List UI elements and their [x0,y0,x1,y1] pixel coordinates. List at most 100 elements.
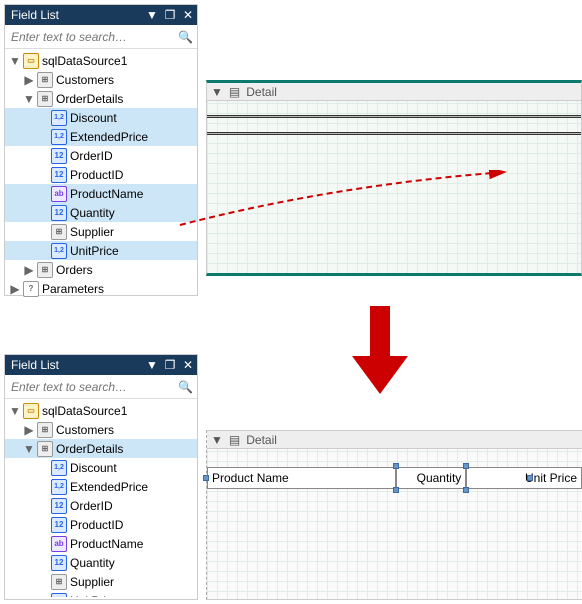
integer-icon: 12 [51,555,67,571]
window-icon: ❐ [165,358,176,372]
field-tree: ▼ ▭ sqlDataSource1 ▶ ⊞ Customers ▼ ⊞ Ord… [5,399,197,597]
window-icon: ❐ [165,8,176,22]
cell-label: Quantity [417,471,462,485]
tree-field-discount[interactable]: 1,2 Discount [5,108,197,127]
tree-field-productid[interactable]: 12 ProductID [5,515,197,534]
node-label: Customers [56,73,114,87]
tree-table-customers[interactable]: ▶ ⊞ Customers [5,420,197,439]
search-input[interactable] [5,375,174,398]
tree-field-quantity[interactable]: 12 Quantity [5,553,197,572]
panel-close-button[interactable]: ✕ [179,5,197,25]
close-icon: ✕ [183,358,193,372]
section-label: Detail [246,433,277,447]
string-icon: ab [51,536,67,552]
panel-header: Field List ▼ ❐ ✕ [5,5,197,25]
table-icon: ⊞ [37,262,53,278]
node-label: Discount [70,461,117,475]
design-surface-top[interactable]: ▼ ▤ Detail [206,80,582,276]
node-label: UnitPrice [70,594,119,598]
selection-handle[interactable] [463,487,469,493]
cell-label: Product Name [212,471,289,485]
node-label: ProductID [70,518,123,532]
node-label: OrderDetails [56,442,123,456]
node-label: Quantity [70,206,115,220]
tree-parameters[interactable]: ▶ ? Parameters [5,279,197,298]
report-table[interactable]: Product Name Quantity Unit Price [207,467,582,489]
tree-field-productname[interactable]: ab ProductName [5,534,197,553]
tree-field-supplier[interactable]: ⊞ Supplier [5,222,197,241]
chevron-down-icon[interactable]: ▼ [23,443,35,455]
node-label: ProductName [70,187,143,201]
selection-handle[interactable] [527,475,533,481]
panel-header: Field List ▼ ❐ ✕ [5,355,197,375]
string-icon: ab [51,186,67,202]
field-list-panel-top: Field List ▼ ❐ ✕ 🔍 ▼ ▭ sqlDataSource1 ▶ … [4,4,198,296]
chevron-down-icon[interactable]: ▼ [9,55,21,67]
tree-field-orderid[interactable]: 12 OrderID [5,496,197,515]
parameter-icon: ? [23,281,39,297]
tree-field-productname[interactable]: ab ProductName [5,184,197,203]
section-expand-icon[interactable]: ▼ [211,433,223,447]
chevron-right-icon[interactable]: ▶ [23,264,35,276]
panel-menu-button[interactable]: ▼ [143,5,161,25]
node-label: ProductID [70,168,123,182]
table-icon: ⊞ [37,72,53,88]
tree-datasource[interactable]: ▼ ▭ sqlDataSource1 [5,51,197,70]
section-expand-icon[interactable]: ▼ [211,85,223,99]
tree-table-orders[interactable]: ▶ ⊞ Orders [5,260,197,279]
section-label: Detail [246,85,277,99]
tree-field-unitprice[interactable]: 1,2 UnitPrice [5,241,197,260]
table-icon: ⊞ [51,224,67,240]
chevron-down-icon[interactable]: ▼ [23,93,35,105]
tree-table-orderdetails[interactable]: ▼ ⊞ OrderDetails [5,89,197,108]
chevron-right-icon[interactable]: ▶ [23,74,35,86]
panel-title: Field List [11,8,143,22]
section-icon: ▤ [229,85,240,99]
tree-table-orderdetails[interactable]: ▼ ⊞ OrderDetails [5,439,197,458]
chevron-down-icon[interactable]: ▼ [9,405,21,417]
tree-field-orderid[interactable]: 12 OrderID [5,146,197,165]
panel-dock-button[interactable]: ❐ [161,355,179,375]
tree-field-extendedprice[interactable]: 1,2 ExtendedPrice [5,477,197,496]
selection-handle[interactable] [203,475,209,481]
field-tree: ▼ ▭ sqlDataSource1 ▶ ⊞ Customers ▼ ⊞ Ord… [5,49,197,300]
selection-handle[interactable] [393,487,399,493]
node-label: sqlDataSource1 [42,404,127,418]
node-label: Discount [70,111,117,125]
tree-table-customers[interactable]: ▶ ⊞ Customers [5,70,197,89]
node-label: ProductName [70,537,143,551]
tree-field-unitprice[interactable]: 1,2 UnitPrice [5,591,197,597]
table-cell-quantity[interactable]: Quantity [396,467,466,489]
integer-icon: 12 [51,167,67,183]
table-cell-productname[interactable]: Product Name [207,467,396,489]
tree-field-extendedprice[interactable]: 1,2 ExtendedPrice [5,127,197,146]
tree-field-productid[interactable]: 12 ProductID [5,165,197,184]
table-icon: ⊞ [37,91,53,107]
integer-icon: 12 [51,205,67,221]
decimal-icon: 1,2 [51,129,67,145]
node-label: UnitPrice [70,244,119,258]
chevron-right-icon[interactable]: ▶ [23,424,35,436]
panel-dock-button[interactable]: ❐ [161,5,179,25]
detail-band-header[interactable]: ▼ ▤ Detail [207,431,582,449]
tree-field-discount[interactable]: 1,2 Discount [5,458,197,477]
selection-handle[interactable] [463,463,469,469]
node-label: Supplier [70,575,114,589]
search-box: 🔍 [5,375,197,399]
section-icon: ▤ [229,433,240,447]
table-icon: ⊞ [37,441,53,457]
decimal-icon: 1,2 [51,243,67,259]
table-cell-unitprice[interactable]: Unit Price [466,467,582,489]
tree-field-supplier[interactable]: ⊞ Supplier [5,572,197,591]
chevron-right-icon[interactable]: ▶ [9,283,21,295]
panel-close-button[interactable]: ✕ [179,355,197,375]
detail-band-header[interactable]: ▼ ▤ Detail [207,83,581,101]
tree-field-quantity[interactable]: 12 Quantity [5,203,197,222]
selection-handle[interactable] [393,463,399,469]
panel-menu-button[interactable]: ▼ [143,355,161,375]
tree-datasource[interactable]: ▼ ▭ sqlDataSource1 [5,401,197,420]
integer-icon: 12 [51,498,67,514]
decimal-icon: 1,2 [51,110,67,126]
search-input[interactable] [5,25,174,48]
design-surface-bottom[interactable]: ▼ ▤ Detail Product Name Quantity Unit Pr… [206,430,582,600]
